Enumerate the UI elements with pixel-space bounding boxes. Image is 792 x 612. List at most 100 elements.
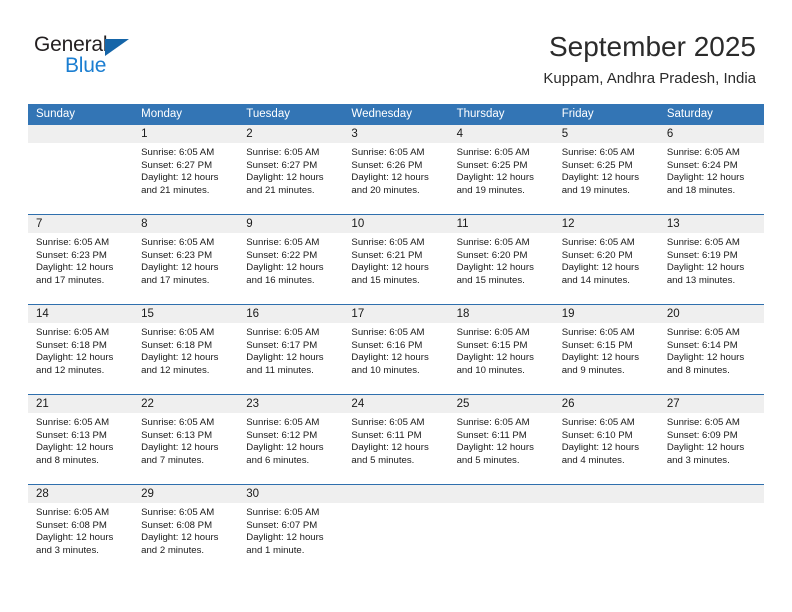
calendar-day-cell[interactable]: 30 Sunrise: 6:05 AM Sunset: 6:07 PM Dayligh… — [238, 485, 344, 571]
daylight-text-line1: Daylight: 12 hours — [141, 532, 219, 544]
day-number — [553, 485, 659, 503]
day-details: Sunrise: 6:05 AM Sunset: 6:18 PM Daylight:… — [28, 323, 133, 377]
sunset-text: Sunset: 6:27 PM — [141, 159, 213, 171]
general-blue-logo[interactable]: General Blue — [34, 33, 224, 85]
sunset-text: Sunset: 6:12 PM — [246, 429, 318, 441]
calendar-day-cell[interactable]: 29 Sunrise: 6:05 AM Sunset: 6:08 PM Dayligh… — [133, 485, 239, 571]
day-details: Sunrise: 6:05 AM Sunset: 6:25 PM Daylight:… — [449, 143, 554, 197]
day-number: 30 — [238, 485, 344, 503]
daylight-text-line1: Daylight: 12 hours — [141, 262, 219, 274]
day-number: 20 — [658, 305, 764, 323]
sunrise-text: Sunrise: 6:05 AM — [561, 327, 635, 338]
sunrise-text: Sunrise: 6:05 AM — [36, 237, 110, 248]
calendar-weeks: 1 Sunrise: 6:05 AM Sunset: 6:27 PM Daylight… — [28, 125, 764, 571]
daylight-text-line2: and 21 minutes. — [246, 184, 315, 196]
calendar-day-cell[interactable]: 25 Sunrise: 6:05 AM Sunset: 6:11 PM Dayligh… — [448, 395, 554, 484]
calendar-day-cell[interactable]: 4 Sunrise: 6:05 AM Sunset: 6:25 PM Daylight… — [448, 125, 554, 214]
calendar-day-cell[interactable]: 21 Sunrise: 6:05 AM Sunset: 6:13 PM Dayligh… — [28, 395, 134, 484]
day-number: 26 — [553, 395, 659, 413]
title-block: September 2025 Kuppam, Andhra Pradesh, I… — [543, 30, 756, 88]
daylight-text-line1: Daylight: 12 hours — [141, 352, 219, 364]
sunset-text: Sunset: 6:19 PM — [666, 249, 738, 261]
calendar-day-cell[interactable]: 13 Sunrise: 6:05 AM Sunset: 6:19 PM Dayligh… — [658, 215, 764, 304]
day-details: Sunrise: 6:05 AM Sunset: 6:27 PM Daylight:… — [238, 143, 343, 197]
sunrise-text: Sunrise: 6:05 AM — [36, 507, 110, 518]
daylight-text-line2: and 1 minute. — [246, 544, 305, 556]
sunrise-text: Sunrise: 6:05 AM — [666, 417, 740, 428]
daylight-text-line2: and 19 minutes. — [561, 184, 630, 196]
sunset-text: Sunset: 6:23 PM — [141, 249, 213, 261]
page-header: General Blue September 2025 Kuppam, Andh… — [0, 0, 792, 96]
calendar-day-cell[interactable]: 7 Sunrise: 6:05 AM Sunset: 6:23 PM Daylight… — [28, 215, 134, 304]
calendar-day-cell[interactable]: 5 Sunrise: 6:05 AM Sunset: 6:25 PM Daylight… — [553, 125, 659, 214]
day-details: Sunrise: 6:05 AM Sunset: 6:13 PM Daylight:… — [133, 413, 238, 467]
calendar-day-cell[interactable]: 16 Sunrise: 6:05 AM Sunset: 6:17 PM Dayligh… — [238, 305, 344, 394]
calendar-day-cell[interactable]: 26 Sunrise: 6:05 AM Sunset: 6:10 PM Dayligh… — [553, 395, 659, 484]
day-details: Sunrise: 6:05 AM Sunset: 6:20 PM Daylight:… — [554, 233, 659, 287]
sunrise-text: Sunrise: 6:05 AM — [246, 507, 320, 518]
calendar-grid: Sunday Monday Tuesday Wednesday Thursday… — [28, 104, 764, 571]
day-details: Sunrise: 6:05 AM Sunset: 6:25 PM Daylight:… — [554, 143, 659, 197]
day-number: 21 — [28, 395, 134, 413]
day-details: Sunrise: 6:05 AM Sunset: 6:15 PM Daylight:… — [554, 323, 659, 377]
daylight-text-line2: and 8 minutes. — [666, 364, 730, 376]
daylight-text-line2: and 12 minutes. — [141, 364, 210, 376]
daylight-text-line2: and 7 minutes. — [141, 454, 205, 466]
calendar-day-cell[interactable]: 24 Sunrise: 6:05 AM Sunset: 6:11 PM Dayligh… — [343, 395, 449, 484]
calendar-day-cell[interactable]: 15 Sunrise: 6:05 AM Sunset: 6:18 PM Dayligh… — [133, 305, 239, 394]
daylight-text-line2: and 10 minutes. — [456, 364, 525, 376]
day-details: Sunrise: 6:05 AM Sunset: 6:18 PM Daylight:… — [133, 323, 238, 377]
calendar-day-cell[interactable]: 9 Sunrise: 6:05 AM Sunset: 6:22 PM Daylight… — [238, 215, 344, 304]
day-number: 16 — [238, 305, 344, 323]
calendar-day-cell[interactable]: 1 Sunrise: 6:05 AM Sunset: 6:27 PM Daylight… — [133, 125, 239, 214]
calendar-day-cell[interactable]: 11 Sunrise: 6:05 AM Sunset: 6:20 PM Dayligh… — [448, 215, 554, 304]
calendar-day-cell[interactable]: 8 Sunrise: 6:05 AM Sunset: 6:23 PM Daylight… — [133, 215, 239, 304]
calendar-day-cell[interactable]: 18 Sunrise: 6:05 AM Sunset: 6:15 PM Dayligh… — [448, 305, 554, 394]
calendar-week-row: 28 Sunrise: 6:05 AM Sunset: 6:08 PM Dayligh… — [28, 484, 764, 571]
sunset-text: Sunset: 6:15 PM — [561, 339, 633, 351]
calendar-week-row: 1 Sunrise: 6:05 AM Sunset: 6:27 PM Daylight… — [28, 125, 764, 214]
calendar-day-cell[interactable]: 10 Sunrise: 6:05 AM Sunset: 6:21 PM Dayligh… — [343, 215, 449, 304]
day-number: 23 — [238, 395, 344, 413]
sunset-text: Sunset: 6:11 PM — [456, 429, 527, 441]
sunset-text: Sunset: 6:16 PM — [351, 339, 423, 351]
day-number: 28 — [28, 485, 134, 503]
daylight-text-line1: Daylight: 12 hours — [246, 262, 324, 274]
page-title: September 2025 — [548, 31, 756, 62]
daylight-text-line2: and 21 minutes. — [141, 184, 210, 196]
day-number — [658, 485, 764, 503]
calendar-day-cell[interactable]: 20 Sunrise: 6:05 AM Sunset: 6:14 PM Dayligh… — [658, 305, 764, 394]
daylight-text-line1: Daylight: 12 hours — [246, 352, 324, 364]
daylight-text-line2: and 10 minutes. — [351, 364, 420, 376]
daylight-text-line1: Daylight: 12 hours — [351, 262, 429, 274]
day-details: Sunrise: 6:05 AM Sunset: 6:14 PM Daylight:… — [659, 323, 764, 377]
calendar-day-cell[interactable]: 17 Sunrise: 6:05 AM Sunset: 6:16 PM Dayligh… — [343, 305, 449, 394]
day-details: Sunrise: 6:05 AM Sunset: 6:24 PM Daylight:… — [659, 143, 764, 197]
day-details: Sunrise: 6:05 AM Sunset: 6:13 PM Daylight:… — [28, 413, 133, 467]
calendar-day-cell[interactable]: 27 Sunrise: 6:05 AM Sunset: 6:09 PM Dayligh… — [658, 395, 764, 484]
calendar-day-cell[interactable]: 14 Sunrise: 6:05 AM Sunset: 6:18 PM Dayligh… — [28, 305, 134, 394]
sunrise-text: Sunrise: 6:05 AM — [246, 237, 320, 248]
calendar-day-cell[interactable]: 2 Sunrise: 6:05 AM Sunset: 6:27 PM Daylight… — [238, 125, 344, 214]
calendar-day-cell[interactable]: 22 Sunrise: 6:05 AM Sunset: 6:13 PM Dayligh… — [133, 395, 239, 484]
calendar-day-cell[interactable]: 12 Sunrise: 6:05 AM Sunset: 6:20 PM Dayligh… — [553, 215, 659, 304]
calendar-day-cell[interactable]: 19 Sunrise: 6:05 AM Sunset: 6:15 PM Dayligh… — [553, 305, 659, 394]
day-number: 11 — [448, 215, 554, 233]
day-details: Sunrise: 6:05 AM Sunset: 6:17 PM Daylight:… — [238, 323, 343, 377]
day-number: 22 — [133, 395, 239, 413]
calendar-day-cell[interactable]: 6 Sunrise: 6:05 AM Sunset: 6:24 PM Daylight… — [658, 125, 764, 214]
day-details: Sunrise: 6:05 AM Sunset: 6:08 PM Daylight:… — [28, 503, 133, 557]
sunset-text: Sunset: 6:21 PM — [351, 249, 423, 261]
weekday-header-tuesday: Tuesday — [246, 108, 290, 120]
day-number: 15 — [133, 305, 239, 323]
sunset-text: Sunset: 6:25 PM — [561, 159, 633, 171]
sunrise-text: Sunrise: 6:05 AM — [351, 147, 425, 158]
calendar-day-cell[interactable]: 3 Sunrise: 6:05 AM Sunset: 6:26 PM Daylight… — [343, 125, 449, 214]
daylight-text-line1: Daylight: 12 hours — [666, 172, 745, 184]
calendar-day-cell-empty — [658, 485, 764, 571]
sunrise-text: Sunrise: 6:05 AM — [351, 237, 425, 248]
calendar-day-cell[interactable]: 28 Sunrise: 6:05 AM Sunset: 6:08 PM Dayligh… — [28, 485, 134, 571]
daylight-text-line2: and 17 minutes. — [36, 274, 105, 286]
day-number: 17 — [343, 305, 449, 323]
calendar-day-cell[interactable]: 23 Sunrise: 6:05 AM Sunset: 6:12 PM Dayligh… — [238, 395, 344, 484]
